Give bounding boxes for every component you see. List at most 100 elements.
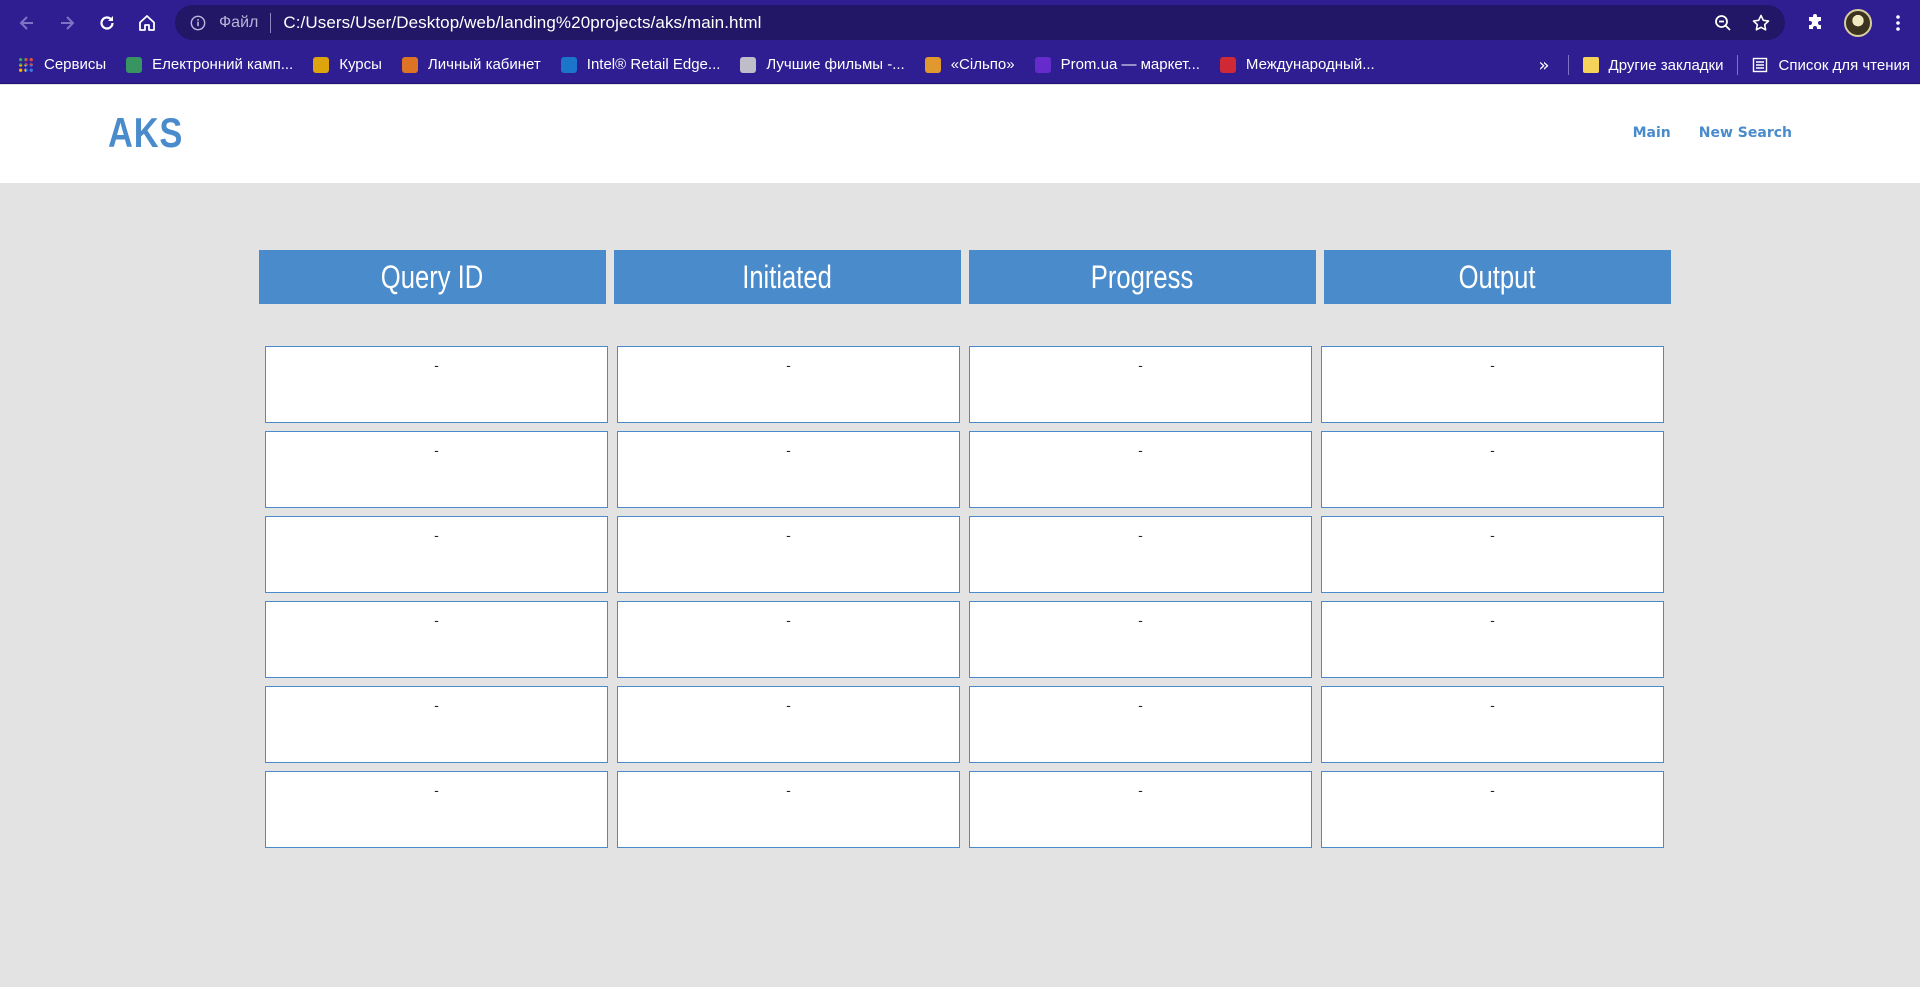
table-cell-output: - [1321, 431, 1664, 508]
table-header: Query ID Initiated Progress Output [259, 250, 1671, 304]
table-cell-initiated: - [617, 516, 960, 593]
site-header: AKS Main New Search [0, 85, 1920, 183]
other-bookmarks-label: Другие закладки [1608, 56, 1724, 74]
table-cell-query-id: - [265, 601, 608, 678]
bookmark-item[interactable]: Личный кабинет [392, 51, 551, 79]
cell-value: - [434, 614, 439, 629]
cell-value: - [434, 784, 439, 799]
bookmark-item[interactable]: Intel® Retail Edge... [551, 51, 731, 79]
cell-value: - [1490, 444, 1495, 459]
bookmark-label: Курсы [339, 56, 382, 73]
cell-value: - [1490, 529, 1495, 544]
bookmarks-overflow-button[interactable]: » [1525, 55, 1564, 76]
table-cell-initiated: - [617, 771, 960, 848]
url-text[interactable]: C:/Users/User/Desktop/web/landing%20proj… [283, 13, 761, 33]
table-cell-progress: - [969, 346, 1312, 423]
cell-value: - [1138, 699, 1143, 714]
back-button[interactable] [7, 3, 47, 43]
cell-value: - [1490, 614, 1495, 629]
hd-icon [740, 56, 757, 73]
bookmark-label: Лучшие фильмы -... [766, 56, 905, 73]
other-bookmarks-folder[interactable]: Другие закладки [1573, 51, 1734, 79]
cell-value: - [434, 529, 439, 544]
table-cell-progress: - [969, 686, 1312, 763]
nav-link-main[interactable]: Main [1633, 125, 1671, 141]
address-bar[interactable]: Файл C:/Users/User/Desktop/web/landing%2… [175, 5, 1785, 40]
extensions-button[interactable] [1796, 3, 1836, 43]
table-cell-initiated: - [617, 431, 960, 508]
cell-value: - [1138, 359, 1143, 374]
table-cell-output: - [1321, 601, 1664, 678]
cell-value: - [434, 444, 439, 459]
column-header-query-id: Query ID [259, 250, 606, 304]
page-viewport: AKS Main New Search Query ID Initiated P… [0, 85, 1920, 987]
cell-value: - [786, 529, 791, 544]
arrow-left-icon [19, 16, 33, 30]
cell-value: - [786, 444, 791, 459]
bookmark-item[interactable]: Prom.ua — маркет... [1025, 51, 1210, 79]
bookmark-item[interactable]: Международный... [1210, 51, 1385, 79]
cell-value: - [434, 359, 439, 374]
bookmark-item[interactable]: Сервисы [8, 51, 116, 79]
intel-logo-icon [560, 56, 577, 73]
table-cell-output: - [1321, 346, 1664, 423]
browser-toolbar: Файл C:/Users/User/Desktop/web/landing%2… [0, 0, 1920, 46]
table-cell-query-id: - [265, 771, 608, 848]
bookmark-item[interactable]: «Сільпо» [915, 51, 1025, 79]
profile-button[interactable] [1838, 3, 1878, 43]
omnibox-divider [270, 12, 272, 33]
folder-icon [1582, 57, 1599, 73]
cell-value: - [1138, 444, 1143, 459]
reading-list-icon [1753, 57, 1768, 73]
bookmark-item[interactable]: Курсы [303, 51, 392, 79]
bookmark-label: Intel® Retail Edge... [586, 56, 721, 73]
table-cell-output: - [1321, 516, 1664, 593]
bookmark-label: Сервисы [44, 56, 107, 73]
m-logo-icon [401, 56, 418, 73]
site-logo[interactable]: AKS [108, 109, 183, 157]
bookmarks-bar: Сервисы Електронний камп... Курсы Личный ка… [0, 46, 1920, 84]
zoom-icon[interactable] [1713, 13, 1733, 33]
cell-value: - [1490, 784, 1495, 799]
table-cell-initiated: - [617, 686, 960, 763]
bookmark-label: Prom.ua — маркет... [1060, 56, 1200, 73]
cell-value: - [1138, 784, 1143, 799]
cell-value: - [786, 359, 791, 374]
table-cell-initiated: - [617, 601, 960, 678]
puzzle-icon [1809, 14, 1821, 29]
table-cell-initiated: - [617, 346, 960, 423]
nav-link-new-search[interactable]: New Search [1699, 125, 1792, 141]
table-cell-progress: - [969, 431, 1312, 508]
bookmarks-divider [1567, 55, 1569, 75]
menu-button[interactable] [1878, 3, 1918, 43]
cell-value: - [434, 699, 439, 714]
apps-grid-icon [18, 56, 34, 73]
kebab-menu-icon [1896, 15, 1900, 31]
reload-button[interactable] [87, 3, 127, 43]
bookmark-label: Международный... [1245, 56, 1375, 73]
table-cell-output: - [1321, 771, 1664, 848]
reading-list-button[interactable]: Список для чтения [1742, 51, 1920, 79]
cell-value: - [1138, 529, 1143, 544]
cell-value: - [1138, 614, 1143, 629]
table-cell-progress: - [969, 601, 1312, 678]
cell-value: - [1490, 699, 1495, 714]
table-cell-output: - [1321, 686, 1664, 763]
query-table: - - - - - - - - - - - - - - - - - - - - - - - - [265, 346, 1664, 848]
graduation-cap-icon [126, 56, 143, 73]
table-cell-progress: - [969, 516, 1312, 593]
reading-list-label: Список для чтения [1778, 56, 1910, 74]
cell-value: - [1490, 359, 1495, 374]
column-header-initiated: Initiated [614, 250, 961, 304]
bookmark-item[interactable]: Електронний камп... [116, 51, 303, 79]
cell-value: - [786, 699, 791, 714]
star-icon[interactable] [1751, 13, 1771, 33]
table-cell-query-id: - [265, 686, 608, 763]
bookmark-item[interactable]: Лучшие фильмы -... [730, 51, 914, 79]
info-icon[interactable] [189, 14, 207, 32]
forward-button[interactable] [47, 3, 87, 43]
site-nav: Main New Search [1633, 125, 1792, 141]
cell-value: - [786, 614, 791, 629]
arrow-right-icon [61, 16, 75, 30]
home-button[interactable] [127, 3, 167, 43]
